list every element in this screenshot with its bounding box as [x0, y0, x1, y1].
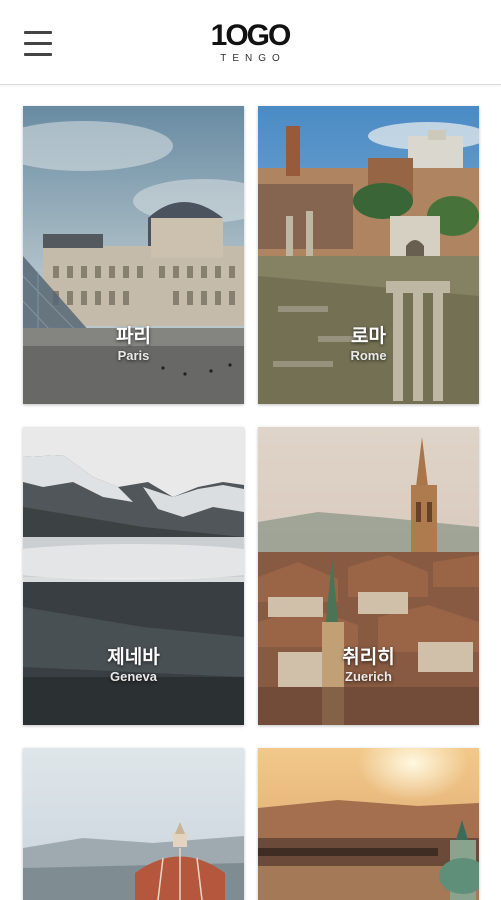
app-logo[interactable]: 1OGO TENGO — [200, 20, 300, 70]
logo-main-text: 1OGO — [210, 19, 292, 52]
city-name-korean: 로마 — [351, 326, 386, 347]
logo-sub-text: TENGO — [220, 53, 286, 64]
city-label: 파리 Paris — [23, 326, 244, 364]
hamburger-menu-icon[interactable] — [22, 29, 54, 61]
city-label: 취리히 Zuerich — [258, 647, 479, 685]
city-name-english: Rome — [350, 348, 387, 363]
city-card-paris[interactable]: 파리 Paris — [23, 106, 244, 404]
florence-image — [23, 748, 244, 900]
city-name-korean: 파리 — [116, 326, 151, 347]
city-card-rome[interactable]: 로마 Rome — [258, 106, 479, 404]
city-card-prague[interactable] — [258, 748, 479, 900]
city-card-geneva[interactable]: 제네바 Geneva — [23, 427, 244, 725]
city-card-zuerich[interactable]: 취리히 Zuerich — [258, 427, 479, 725]
prague-image — [258, 748, 479, 900]
city-name-english: Geneva — [110, 669, 157, 684]
city-label: 로마 Rome — [258, 326, 479, 364]
city-label: 제네바 Geneva — [23, 647, 244, 685]
city-name-korean: 취리히 — [342, 647, 395, 668]
city-name-english: Paris — [117, 348, 150, 363]
city-name-korean: 제네바 — [107, 647, 160, 668]
city-name-english: Zuerich — [345, 669, 392, 684]
city-card-florence[interactable] — [23, 748, 244, 900]
app-header: 1OGO TENGO — [0, 0, 501, 85]
